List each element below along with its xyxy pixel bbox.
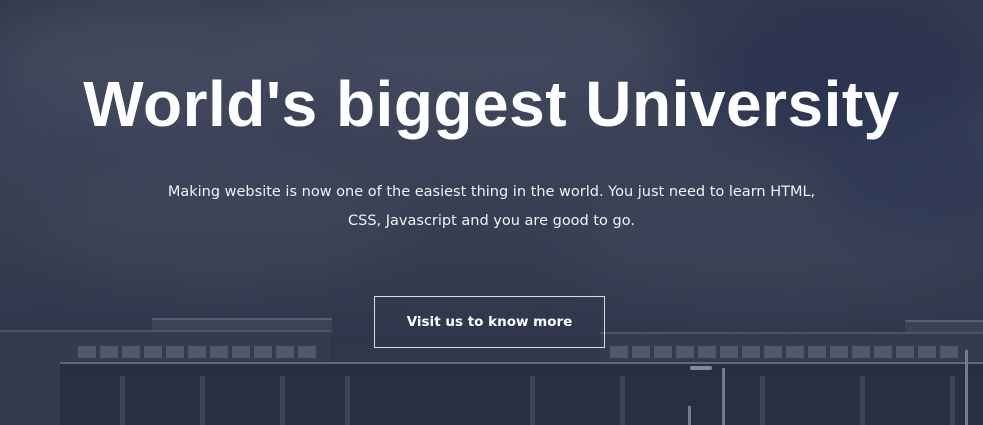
hero-section: World's biggest University Making websit… <box>0 0 983 425</box>
hero-title: World's biggest University <box>83 68 900 140</box>
visit-us-button[interactable]: Visit us to know more <box>374 296 605 348</box>
hero-content: World's biggest University Making websit… <box>0 0 983 425</box>
hero-subtitle: Making website is now one of the easiest… <box>167 184 816 229</box>
